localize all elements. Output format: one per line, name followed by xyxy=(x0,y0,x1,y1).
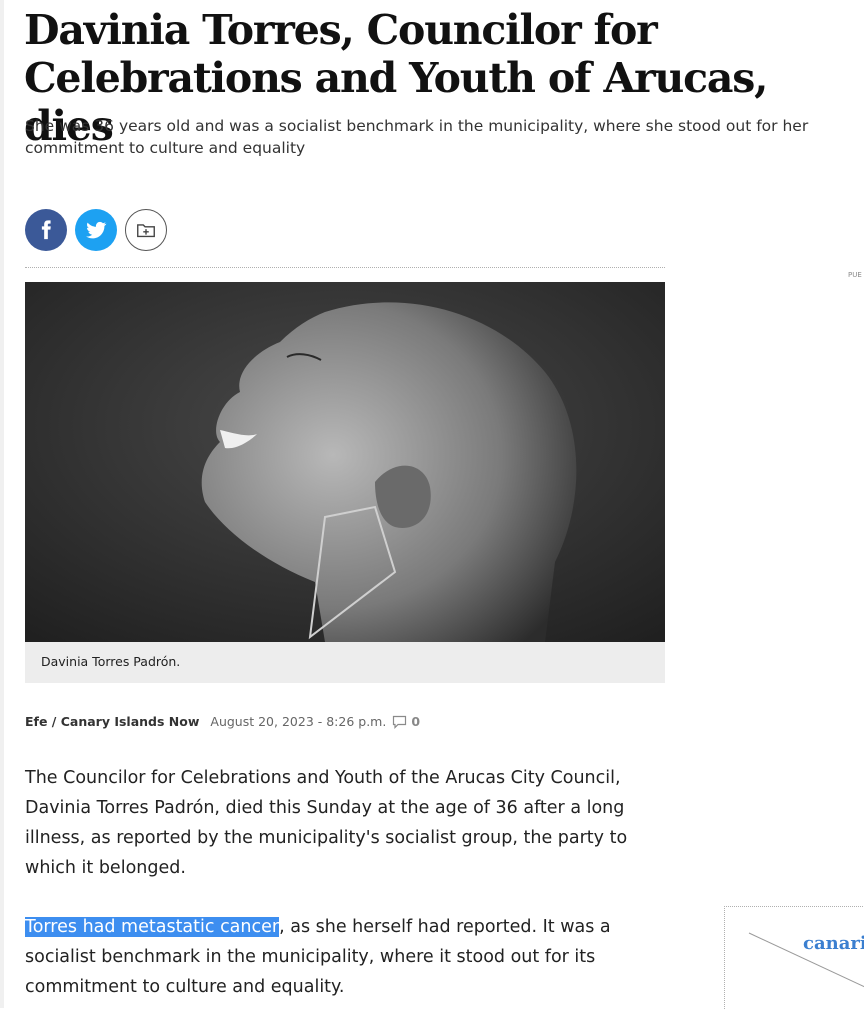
article-date: August 20, 2023 - 8:26 p.m. xyxy=(210,714,387,729)
twitter-share-button[interactable] xyxy=(75,209,117,251)
article-photo xyxy=(25,282,665,642)
facebook-share-button[interactable] xyxy=(25,209,67,251)
share-bar xyxy=(25,209,167,251)
article-subtitle: She was 36 years old and was a socialist… xyxy=(25,117,809,157)
article-author[interactable]: Efe / Canary Islands Now xyxy=(25,714,199,729)
sidebar-promo-box[interactable]: canari xyxy=(724,906,864,1009)
share-divider xyxy=(25,267,665,268)
article-paragraph-2: Torres had metastatic cancer, as she her… xyxy=(25,912,645,1002)
image-caption: Davinia Torres Padrón. xyxy=(25,642,665,683)
comment-icon[interactable] xyxy=(392,715,407,729)
sidebar-logo: canari xyxy=(803,933,864,954)
ad-label: PUE xyxy=(848,271,862,279)
facebook-icon xyxy=(41,220,51,240)
promo-diagonal-line xyxy=(748,932,864,988)
twitter-icon xyxy=(86,221,107,239)
comment-count[interactable]: 0 xyxy=(411,714,420,729)
save-folder-icon xyxy=(137,224,155,238)
selected-text: Torres had metastatic cancer xyxy=(25,917,280,937)
page-left-edge xyxy=(0,0,4,1008)
article-byline: Efe / Canary Islands Now August 20, 2023… xyxy=(25,714,420,729)
save-button[interactable] xyxy=(125,209,167,251)
article-paragraph-1: The Councilor for Celebrations and Youth… xyxy=(25,768,628,878)
